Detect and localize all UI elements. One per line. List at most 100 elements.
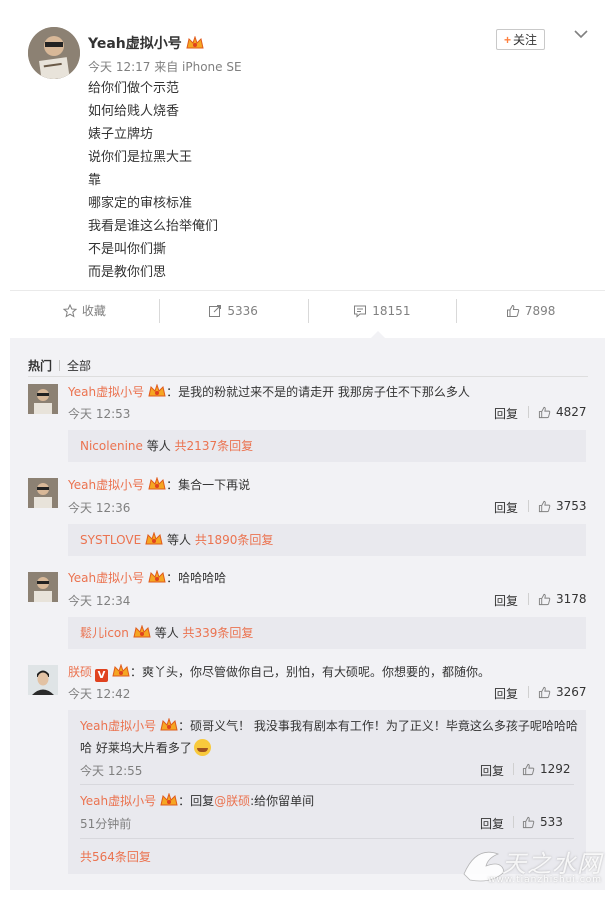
sub-reply-like-button[interactable]: 1292 [513, 762, 571, 776]
commenter-name[interactable]: 朕硕 [68, 665, 92, 679]
thumbs-up-icon [522, 763, 535, 775]
reply-button[interactable]: 回复 [480, 762, 504, 779]
vip-crown-icon [148, 570, 166, 583]
comment-content: 朕硕 V ：爽丫头，你尽管做你自己，别怕，有大硕呢。你想要的，都随你。 [68, 664, 490, 682]
verified-icon: V [95, 669, 109, 682]
post-line: 婊子立牌坊 [88, 127, 154, 142]
mention-link[interactable]: @朕硕 [214, 794, 250, 808]
vip-crown-icon [112, 664, 130, 677]
reply-user-link[interactable]: SYSTLOVE [80, 533, 141, 547]
comment-content: Yeah虚拟小号 ：哈哈哈哈 [68, 570, 226, 586]
watermark-url: www.tianzhishui.com [488, 875, 602, 885]
reply-count-link[interactable]: 共2137条回复 [175, 439, 254, 453]
comment-like-count: 4827 [556, 405, 587, 419]
sub-reply-text: :给你留单间 [250, 794, 315, 808]
sub-reply: Yeah虚拟小号 ：回复@朕硕:给你留单间 [80, 790, 580, 812]
divider [28, 376, 588, 377]
comment-like-count: 3267 [556, 685, 587, 699]
vip-crown-icon [148, 384, 166, 397]
comment-like-button[interactable]: 3753 [528, 499, 587, 513]
reply-summary-text: 等人 [163, 533, 195, 547]
post-content: 给你们做个示范 如何给贱人烧香 婊子立牌坊 说你们是拉黑大王 靠 哪家定的审核标… [88, 80, 218, 287]
reply-user-link[interactable]: Nicolenine [80, 439, 143, 453]
comment-time: 今天 12:36 [68, 501, 131, 515]
total-replies-link[interactable]: 共564条回复 [80, 848, 151, 865]
author-name[interactable]: Yeah虚拟小号 [88, 33, 204, 53]
tab-hot[interactable]: 热门 [28, 357, 52, 374]
reply-count-link[interactable]: 共1890条回复 [195, 533, 274, 547]
commenter-avatar[interactable] [28, 572, 58, 602]
comment-content: Yeah虚拟小号 ：是我的粉就过来不是的请走开 我那房子住不下那么多人 [68, 384, 470, 400]
sub-reply-like-count: 533 [540, 815, 563, 829]
comment-content: Yeah虚拟小号 ：集合一下再说 [68, 477, 250, 493]
chevron-down-icon[interactable] [573, 28, 589, 40]
vip-crown-icon [148, 477, 166, 490]
repost-count: 5336 [227, 303, 258, 318]
grinning-emoji-icon [193, 739, 211, 756]
sub-reply-text: ：硕哥义气！ 我没事我有剧本有工作！为了正义！毕竟这么多孩子呢哈哈哈 [178, 719, 578, 733]
author-avatar[interactable] [28, 27, 80, 79]
sub-reply-like-count: 1292 [540, 762, 571, 776]
reply-button[interactable]: 回复 [494, 685, 518, 702]
favorite-button[interactable]: 收藏 [10, 291, 159, 330]
post-line: 不是叫你们撕 [88, 242, 167, 257]
reply-summary[interactable]: SYSTLOVE 等人 共1890条回复 [68, 524, 586, 556]
commenter-name[interactable]: Yeah虚拟小号 [68, 478, 144, 492]
reply-count-link[interactable]: 共339条回复 [183, 626, 254, 640]
post-line: 给你们做个示范 [88, 81, 180, 96]
reply-summary[interactable]: Nicolenine 等人 共2137条回复 [68, 430, 586, 462]
thumbs-up-icon [538, 500, 551, 512]
comment-like-count: 3178 [556, 592, 587, 606]
watermark-text: 天之水网 [502, 850, 602, 878]
sub-reply-time: 今天 12:55 [80, 764, 143, 778]
commenter-name[interactable]: Yeah虚拟小号 [68, 385, 144, 399]
post-line: 我看是谁这么抬举俺们 [88, 219, 219, 234]
vip-crown-icon [133, 625, 151, 638]
comment-like-count: 3753 [556, 499, 587, 513]
action-bar: 收藏 5336 18151 7898 [10, 290, 605, 330]
thumbs-up-icon [506, 304, 520, 317]
sub-reply-text: ：回复 [178, 794, 215, 808]
tab-divider [59, 360, 61, 371]
post-line: 如何给贱人烧香 [88, 104, 180, 119]
sub-reply-like-button[interactable]: 533 [513, 815, 563, 829]
sub-reply-name[interactable]: Yeah虚拟小号 [80, 719, 156, 733]
tab-all[interactable]: 全部 [67, 357, 91, 374]
commenter-avatar[interactable] [28, 665, 58, 695]
sub-reply-text: 哈 好莱坞大片看多了 [80, 741, 192, 755]
commenter-name[interactable]: Yeah虚拟小号 [68, 571, 144, 585]
reply-user-link[interactable]: 鬆儿icon [80, 626, 129, 640]
sub-reply-name[interactable]: Yeah虚拟小号 [80, 794, 156, 808]
comment-count: 18151 [372, 303, 411, 318]
reply-button[interactable]: 回复 [494, 592, 518, 609]
thumbs-up-icon [522, 816, 535, 828]
reply-button[interactable]: 回复 [480, 815, 504, 832]
reply-summary[interactable]: 鬆儿icon 等人 共339条回复 [68, 617, 586, 649]
active-tab-caret [371, 331, 385, 338]
commenter-avatar[interactable] [28, 478, 58, 508]
comment-like-button[interactable]: 3267 [528, 685, 587, 699]
post-line: 靠 [88, 173, 102, 188]
post-meta: 今天 12:17 来自 iPhone SE [88, 60, 242, 74]
like-button[interactable]: 7898 [456, 291, 605, 330]
reply-button[interactable]: 回复 [494, 405, 518, 422]
comment-like-button[interactable]: 4827 [528, 405, 587, 419]
vip-crown-icon [186, 36, 204, 49]
comment-time: 今天 12:53 [68, 407, 131, 421]
star-icon [62, 303, 77, 318]
comment-like-button[interactable]: 3178 [528, 592, 587, 606]
divider [80, 784, 574, 785]
vip-crown-icon [145, 532, 163, 545]
comment-text: ：集合一下再说 [166, 478, 251, 492]
comment-button[interactable]: 18151 [307, 291, 457, 330]
vip-crown-icon [160, 718, 178, 731]
comment-tabs: 热门 全部 [28, 357, 91, 374]
commenter-avatar[interactable] [28, 384, 58, 414]
follow-button[interactable]: + 关注 [496, 29, 545, 50]
post-line: 而是教你们思 [88, 265, 167, 280]
comment-text: ：是我的粉就过来不是的请走开 我那房子住不下那么多人 [166, 385, 470, 399]
sub-reply: Yeah虚拟小号 ：硕哥义气！ 我没事我有剧本有工作！为了正义！毕竟这么多孩子呢哈… [80, 715, 580, 759]
reply-button[interactable]: 回复 [494, 499, 518, 516]
repost-button[interactable]: 5336 [158, 291, 308, 330]
comment-text: ：哈哈哈哈 [166, 571, 227, 585]
